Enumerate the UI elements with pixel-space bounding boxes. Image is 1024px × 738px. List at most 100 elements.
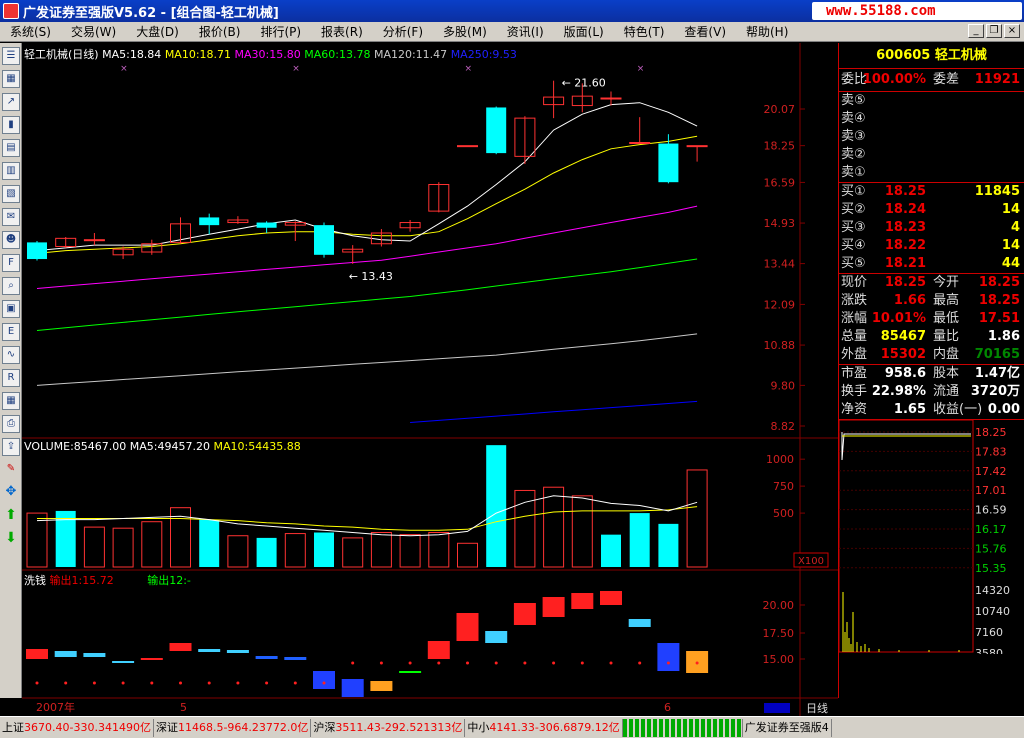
intraday-mini-chart[interactable]: 18.25 17.83 17.42 17.01 16.59 16.17 15.76 15.35… xyxy=(838,419,1024,660)
price-tick-label: 18.25 xyxy=(764,140,796,153)
menu-system[interactable]: 系统(S) xyxy=(0,23,61,40)
legend-ma5: MA5:18.84 xyxy=(102,48,162,61)
site-banner[interactable]: www.55188.com xyxy=(812,2,1022,20)
sell-row-5: 卖⑤ xyxy=(839,92,1024,110)
etf-icon[interactable]: E xyxy=(2,323,20,341)
menu-layout[interactable]: 版面(L) xyxy=(554,23,614,40)
wave-icon[interactable]: ∿ xyxy=(2,346,20,364)
fin-row-2-v2: 0.00 xyxy=(987,402,1020,417)
menu-multi[interactable]: 多股(M) xyxy=(433,23,497,40)
volume-bar xyxy=(256,537,277,567)
search-icon[interactable]: ⌕ xyxy=(2,277,20,295)
quote-row-2-lbl2: 最低 xyxy=(933,311,960,326)
volume-bar xyxy=(399,534,421,568)
menu-info[interactable]: 资讯(I) xyxy=(497,23,554,40)
chart-area[interactable]: 20.07 18.25 16.59 14.93 13.44 12.09 10.88 9.80 8… xyxy=(22,43,838,716)
ma5-line xyxy=(36,102,698,252)
book-icon[interactable]: ▣ xyxy=(2,300,20,318)
kline-title: 轻工机械(日线) xyxy=(24,48,99,61)
fin-row-2-v1: 1.65 xyxy=(893,402,926,417)
signal-marker: × xyxy=(120,64,128,74)
chart-svg[interactable]: 20.07 18.25 16.59 14.93 13.44 12.09 10.88 9.80 8… xyxy=(22,43,838,716)
pencil-icon[interactable]: ✎ xyxy=(2,461,20,479)
volume-bar xyxy=(370,531,392,568)
sell-row-2: 卖② xyxy=(839,146,1024,164)
fin-row-1-lbl: 换手 xyxy=(841,384,868,399)
title-bar: 广发证券至强版V5.62 - [组合图-轻工机械] www.55188.com xyxy=(0,0,1024,22)
fundamentals: 市盈 958.6 股本 1.47亿 换手 22.98% 流通 3720万 净资 1.65 收益(一)… xyxy=(839,365,1024,419)
quote-row-2-lbl: 涨幅 xyxy=(841,311,868,326)
candle-body xyxy=(199,217,220,226)
legend-ma60: MA60:13.78 xyxy=(304,48,371,61)
menu-trade[interactable]: 交易(W) xyxy=(61,23,126,40)
table-icon[interactable]: ▦ xyxy=(2,392,20,410)
mini-price-label: 16.59 xyxy=(975,504,1007,517)
kline-icon[interactable]: ▮ xyxy=(2,116,20,134)
status-hs[interactable]: 沪深3511.43-292.521313亿 xyxy=(311,718,466,737)
export-icon[interactable]: ⇪ xyxy=(2,438,20,456)
rot-icon[interactable]: R xyxy=(2,369,20,387)
candle-body xyxy=(457,145,478,148)
users-icon[interactable]: ☻ xyxy=(2,231,20,249)
xiqian-dot xyxy=(494,661,498,665)
status-zx[interactable]: 中小4141.33-306.6879.12亿 xyxy=(465,718,623,737)
volume-bar xyxy=(543,486,565,568)
menu-quote[interactable]: 报价(B) xyxy=(189,23,251,40)
mail-icon[interactable]: ✉ xyxy=(2,208,20,226)
grid-icon[interactable]: ▦ xyxy=(2,70,20,88)
buy-row-1: 买① 18.25 11845 xyxy=(839,183,1024,201)
stock-header: 600605 轻工机械 xyxy=(839,43,1024,69)
quote-row-2-v1: 10.01% xyxy=(871,311,926,326)
sell-row-1: 卖① xyxy=(839,164,1024,182)
menu-help[interactable]: 帮助(H) xyxy=(736,23,798,40)
move-icon[interactable]: ✥ xyxy=(2,484,20,502)
xiqian-dot xyxy=(351,661,355,665)
menu-report[interactable]: 报表(R) xyxy=(311,23,373,40)
volume-bar xyxy=(199,519,220,567)
f10-icon[interactable]: F xyxy=(2,254,20,272)
menu-analysis[interactable]: 分析(F) xyxy=(373,23,433,40)
xiqian-dot xyxy=(437,661,441,665)
fin-row-1-lbl2: 流通 xyxy=(933,384,960,399)
close-icon[interactable]: × xyxy=(1004,24,1020,38)
arrow-up-icon[interactable]: ⬆ xyxy=(2,507,20,525)
window-controls: _ ❐ × xyxy=(968,24,1020,38)
quote-row-0-lbl2: 今开 xyxy=(933,275,960,290)
xiqian-dot xyxy=(35,681,39,685)
report-icon[interactable]: ▤ xyxy=(2,139,20,157)
print-icon[interactable]: ⎙ xyxy=(2,415,20,433)
menu-market[interactable]: 大盘(D) xyxy=(126,23,189,40)
menu-rank[interactable]: 排行(P) xyxy=(250,23,311,40)
mini-price-label: 17.01 xyxy=(975,484,1007,497)
price-tick-label: 8.82 xyxy=(771,420,796,433)
restore-icon[interactable]: ❐ xyxy=(986,24,1002,38)
status-sh[interactable]: 上证3670.40-330.341490亿 xyxy=(0,718,154,737)
arrow-down-icon[interactable]: ⬇ xyxy=(2,530,20,548)
line-chart-icon[interactable]: ↗ xyxy=(2,93,20,111)
price-tick-label: 9.80 xyxy=(771,379,796,392)
buy-row-3-v2: 4 xyxy=(1010,220,1020,235)
menu-special[interactable]: 特色(T) xyxy=(614,23,675,40)
volume-tick-label: 750 xyxy=(773,480,794,493)
menu-view[interactable]: 查看(V) xyxy=(674,23,736,40)
candle-body xyxy=(658,143,679,183)
quote-row-1-v2: 18.25 xyxy=(978,293,1020,308)
quote-row-1-v1: 1.66 xyxy=(893,293,926,308)
minimize-icon[interactable]: _ xyxy=(968,24,984,38)
sell-row-4-lbl: 卖④ xyxy=(841,111,866,126)
volume-bar xyxy=(227,535,249,568)
sheet-icon[interactable]: ▥ xyxy=(2,162,20,180)
stock-name: 轻工机械 xyxy=(934,48,987,63)
document-icon[interactable]: ▧ xyxy=(2,185,20,203)
menu-bar: 系统(S) 交易(W) 大盘(D) 报价(B) 排行(P) 报表(R) 分析(F… xyxy=(0,22,1024,42)
fin-row-1-v1: 22.98% xyxy=(871,384,926,399)
xiqian-title: 洗钱 xyxy=(24,574,46,587)
xiqian-bar xyxy=(399,671,422,673)
list-icon[interactable]: ☰ xyxy=(2,47,20,65)
volume-tick-label: 1000 xyxy=(766,453,794,466)
xiqian-dot xyxy=(236,681,240,685)
sell-row-4: 卖④ xyxy=(839,110,1024,128)
mini-frame xyxy=(838,419,974,653)
volume-bar xyxy=(601,534,621,567)
status-sz[interactable]: 深证11468.5-964.23772.0亿 xyxy=(154,718,312,737)
